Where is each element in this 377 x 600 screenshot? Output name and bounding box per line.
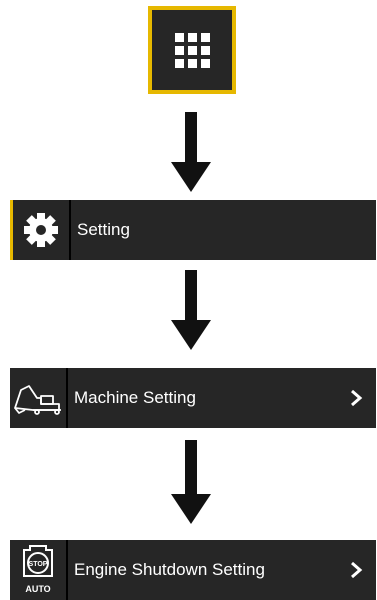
down-arrow-icon: [171, 270, 211, 350]
down-arrow-icon: [171, 440, 211, 525]
machine-setting-button[interactable]: Machine Setting: [10, 368, 376, 428]
menu-grid-button[interactable]: [148, 6, 236, 94]
chevron-right-icon: [351, 389, 363, 407]
engine-icon-auto-text: AUTO: [25, 584, 50, 594]
chevron-right-icon: [351, 561, 363, 579]
engine-icon-stop-text: STOP: [29, 561, 48, 568]
engine-shutdown-setting-button[interactable]: STOP AUTO Engine Shutdown Setting: [10, 540, 376, 600]
excavator-icon: [14, 385, 61, 415]
machine-setting-label: Machine Setting: [74, 388, 196, 407]
grid-menu-icon: [174, 32, 210, 68]
engine-stop-icon: STOP AUTO: [23, 545, 53, 594]
setting-label: Setting: [77, 220, 130, 239]
setting-button[interactable]: Setting: [10, 200, 376, 260]
gear-icon: [24, 213, 58, 247]
engine-shutdown-setting-label: Engine Shutdown Setting: [74, 560, 265, 579]
down-arrow-icon: [171, 112, 211, 192]
